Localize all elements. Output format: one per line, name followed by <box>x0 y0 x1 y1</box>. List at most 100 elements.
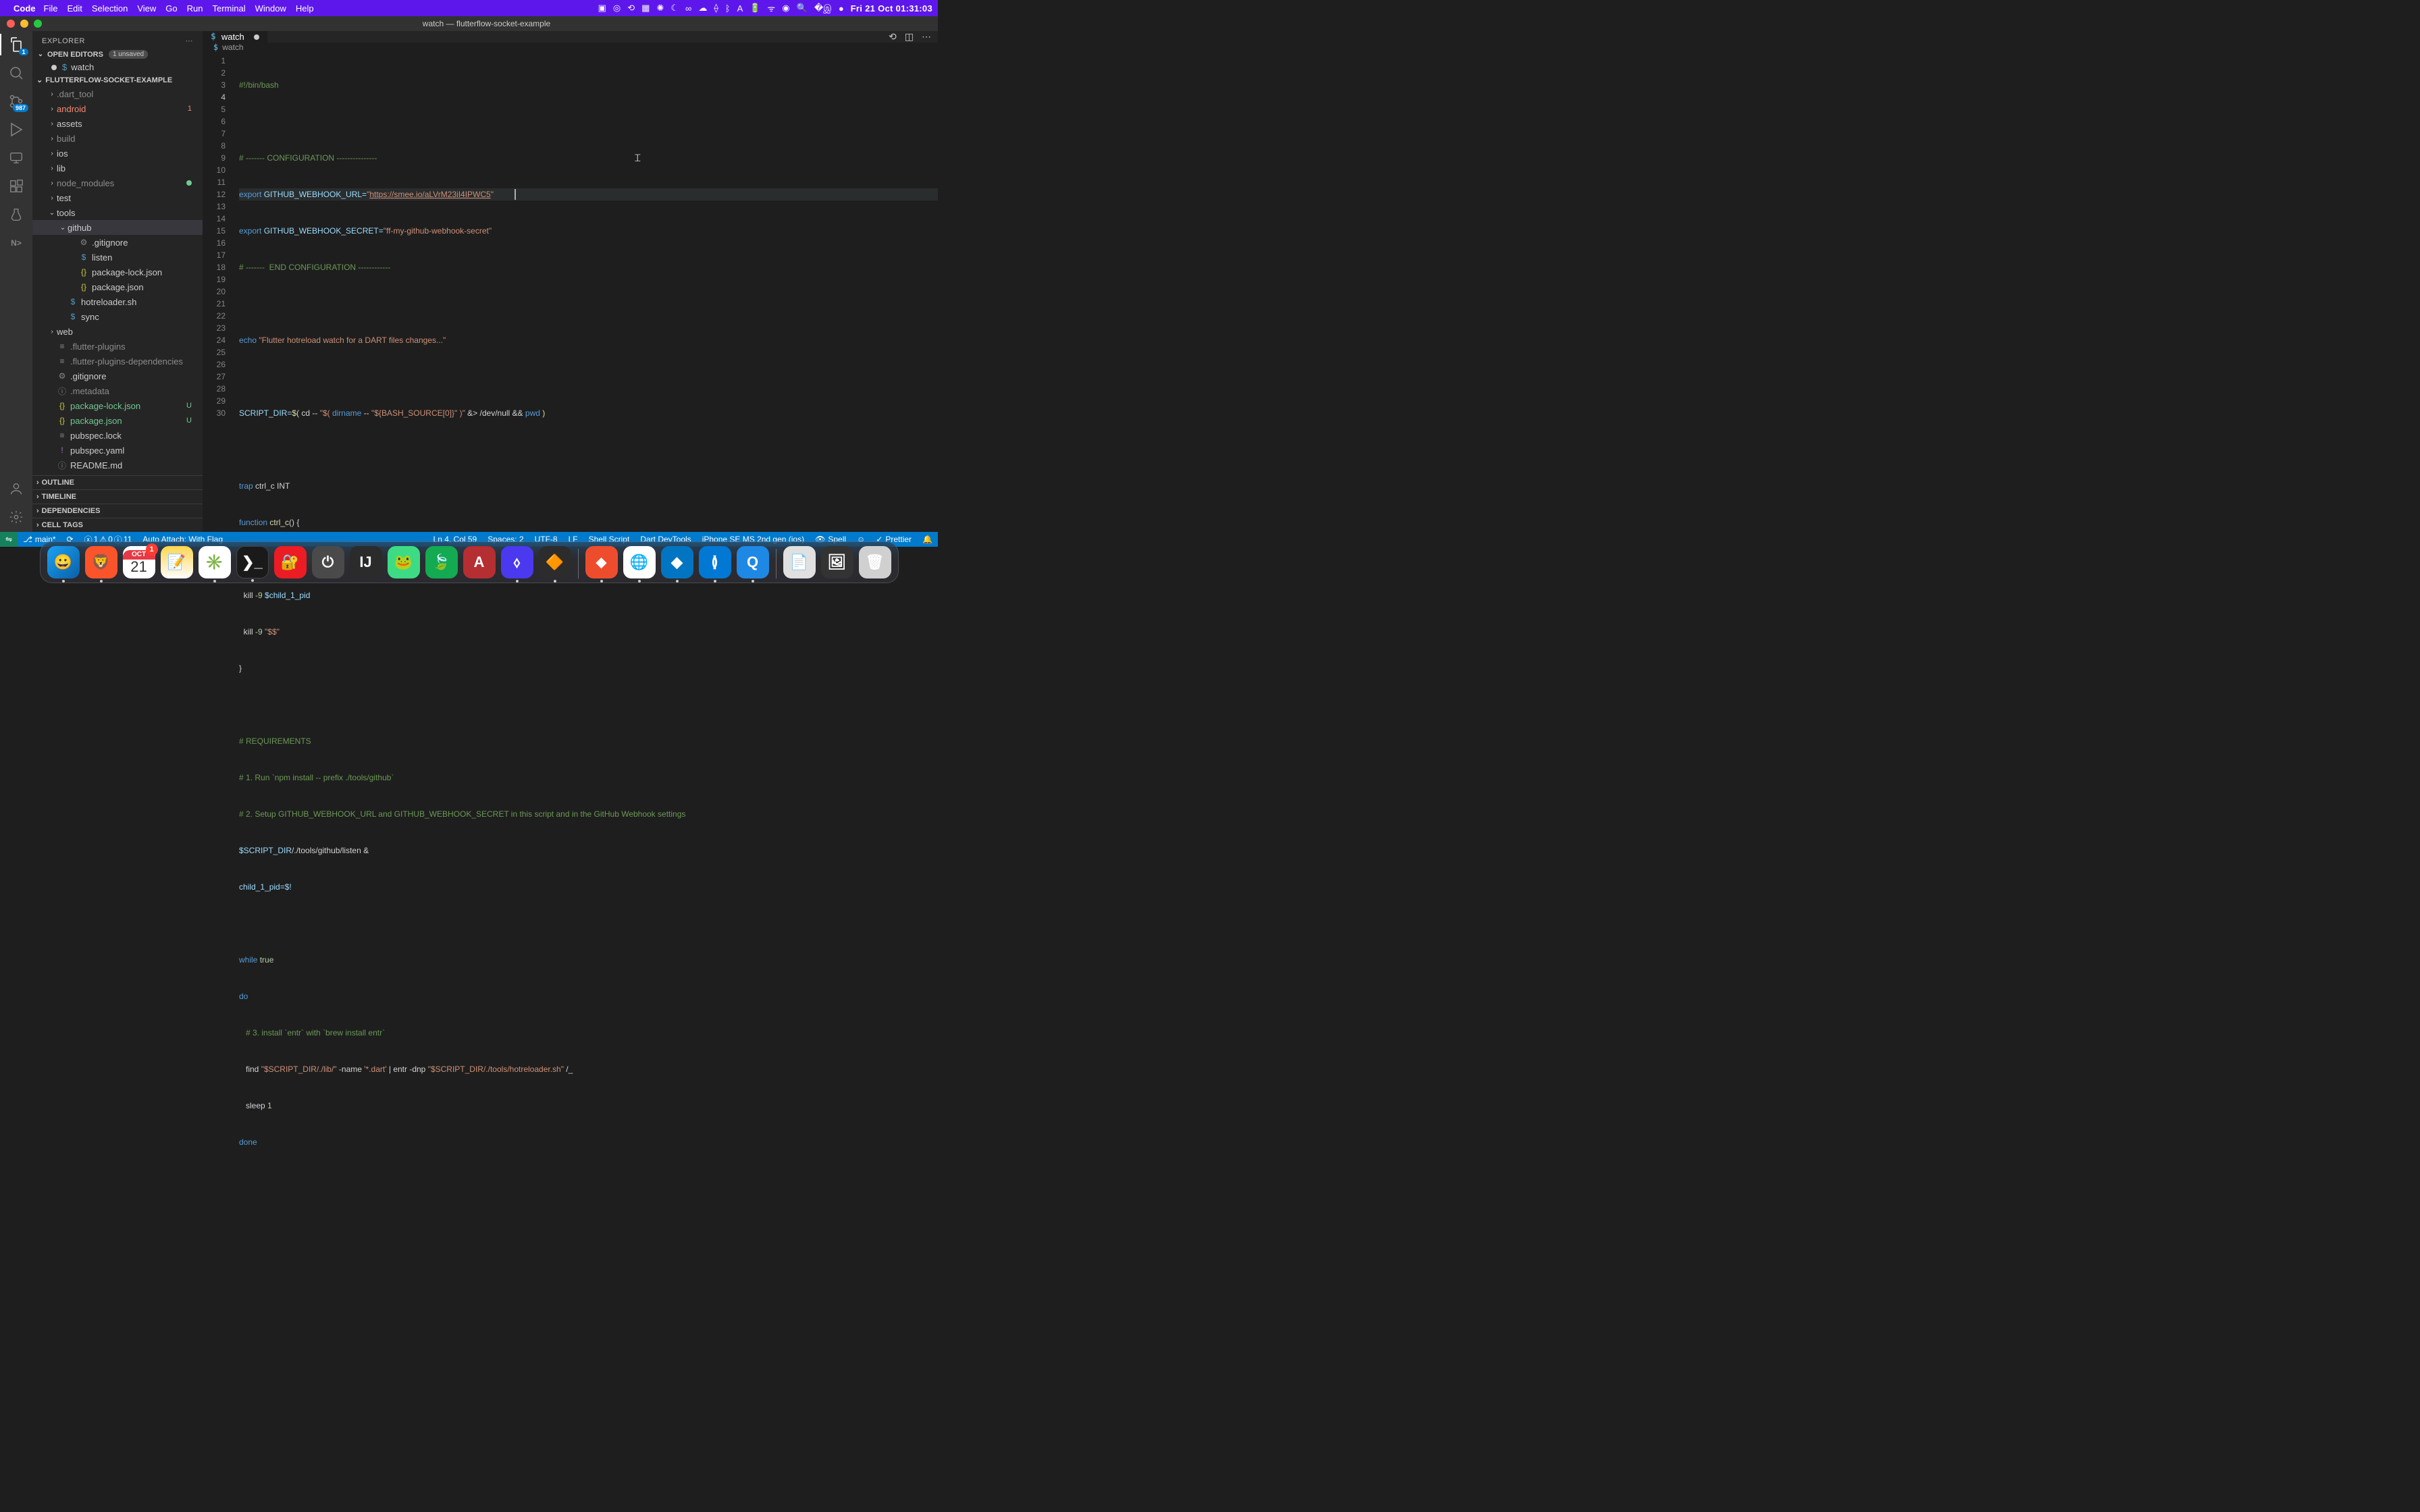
tree-folder[interactable]: ›.dart_tool <box>32 86 203 101</box>
tree-file[interactable]: $hotreloader.sh <box>32 294 203 309</box>
menu-window[interactable]: Window <box>255 3 286 14</box>
dock-stack[interactable]: 🖼 <box>821 546 853 578</box>
activity-explorer-icon[interactable]: 1 <box>8 36 24 53</box>
tray-icon[interactable]: A <box>737 3 743 14</box>
tree-file[interactable]: ≡.flutter-plugins-dependencies <box>32 354 203 369</box>
activity-test-icon[interactable] <box>8 207 24 223</box>
tree-folder[interactable]: ›lib <box>32 161 203 176</box>
code-content[interactable]: #!/bin/bash # ------- CONFIGURATION ----… <box>235 52 938 1172</box>
tray-icon[interactable]: ◎ <box>613 3 621 14</box>
control-center-icon[interactable]: �இ <box>814 3 832 14</box>
dock-authy[interactable]: 🔐 <box>274 546 307 578</box>
activity-source-control-icon[interactable]: 987 <box>8 93 24 109</box>
menu-edit[interactable]: Edit <box>67 3 82 14</box>
menu-go[interactable]: Go <box>165 3 177 14</box>
dock-app[interactable]: ⏻ <box>312 546 344 578</box>
tab-watch[interactable]: $ watch <box>203 31 268 43</box>
tree-folder[interactable]: ›android1 <box>32 101 203 116</box>
dock-finder[interactable]: 😀 <box>47 546 80 578</box>
menu-file[interactable]: File <box>44 3 58 14</box>
minimize-window-button[interactable] <box>20 20 28 28</box>
tray-icon[interactable]: ✺ <box>656 3 664 14</box>
sidebar-section-outline[interactable]: ›OUTLINE <box>32 475 203 489</box>
editor-more-icon[interactable]: ⋯ <box>922 31 931 43</box>
menubar-app-name[interactable]: Code <box>14 3 36 14</box>
menu-view[interactable]: View <box>137 3 156 14</box>
dock-figma[interactable]: 🔶 <box>539 546 571 578</box>
tree-file[interactable]: $sync <box>32 309 203 324</box>
dock-app[interactable]: 🐸 <box>388 546 420 578</box>
dock-brave[interactable]: 🦁 <box>85 546 117 578</box>
bluetooth-icon[interactable]: ᛒ <box>725 3 731 14</box>
tree-file[interactable]: {}package.jsonU <box>32 413 203 428</box>
menubar-clock[interactable]: Fri 21 Oct 01:31:03 <box>851 3 932 14</box>
tray-icon[interactable]: ∞ <box>685 3 691 14</box>
dock-autocad[interactable]: A <box>463 546 496 578</box>
tray-icon[interactable]: ▦ <box>641 3 650 14</box>
code-editor[interactable]: 1234567891011121314151617181920212223242… <box>203 52 938 1172</box>
dock-calendar[interactable]: OCT211 <box>123 546 155 578</box>
activity-run-debug-icon[interactable] <box>8 122 24 138</box>
menu-terminal[interactable]: Terminal <box>213 3 246 14</box>
tree-folder[interactable]: ⌄github <box>32 220 203 235</box>
tree-folder[interactable]: ›assets <box>32 116 203 131</box>
project-header[interactable]: ⌄ FLUTTERFLOW-SOCKET-EXAMPLE <box>32 74 203 86</box>
sidebar-section-cell-tags[interactable]: ›CELL TAGS <box>32 518 203 532</box>
tree-file[interactable]: ⚙.gitignore <box>32 369 203 383</box>
editor-action-icon[interactable]: ⟲ <box>889 31 897 43</box>
tree-file[interactable]: {}package.json <box>32 279 203 294</box>
tray-icon[interactable]: ▣ <box>598 3 606 14</box>
dock-terminal[interactable]: ❯_ <box>236 546 269 578</box>
tree-folder[interactable]: ›ios <box>32 146 203 161</box>
tree-file[interactable]: ≡.flutter-plugins <box>32 339 203 354</box>
close-window-button[interactable] <box>7 20 15 28</box>
dock-vscode[interactable]: ≬ <box>699 546 731 578</box>
activity-settings-icon[interactable] <box>8 509 24 525</box>
tree-file[interactable]: ≡pubspec.lock <box>32 428 203 443</box>
battery-icon[interactable]: 🔋 <box>749 3 760 14</box>
tree-file[interactable]: {}package-lock.jsonU <box>32 398 203 413</box>
breadcrumb[interactable]: $ watch <box>203 43 938 52</box>
tray-icon[interactable]: ☁ <box>698 3 707 14</box>
sidebar-section-timeline[interactable]: ›TIMELINE <box>32 489 203 504</box>
tray-icon[interactable]: ◉ <box>782 3 789 14</box>
tray-icon[interactable]: ☾ <box>670 3 679 14</box>
tree-folder[interactable]: ›web <box>32 324 203 339</box>
tray-icon[interactable]: ⟲ <box>627 3 635 14</box>
tree-folder[interactable]: ›build <box>32 131 203 146</box>
menu-run[interactable]: Run <box>187 3 203 14</box>
activity-extensions-icon[interactable] <box>8 178 24 194</box>
sidebar-more-icon[interactable]: ⋯ <box>186 36 194 45</box>
dock-slack[interactable]: ✳️ <box>199 546 231 578</box>
tree-file[interactable]: ⓘREADME.md <box>32 458 203 473</box>
dock-notes[interactable]: 📝 <box>161 546 193 578</box>
activity-search-icon[interactable] <box>8 65 24 81</box>
dock-quicktime[interactable]: Q <box>737 546 769 578</box>
dock-dartdev[interactable]: ◆ <box>661 546 693 578</box>
dock-intellij[interactable]: IJ <box>350 546 382 578</box>
menu-selection[interactable]: Selection <box>92 3 128 14</box>
tree-file[interactable]: $listen <box>32 250 203 265</box>
activity-remote-icon[interactable] <box>8 150 24 166</box>
dock-chrome[interactable]: 🌐 <box>623 546 656 578</box>
activity-accounts-icon[interactable] <box>8 481 24 497</box>
tree-file[interactable]: {}package-lock.json <box>32 265 203 279</box>
tree-folder[interactable]: ›node_modules <box>32 176 203 190</box>
tree-file[interactable]: !pubspec.yaml <box>32 443 203 458</box>
dock-anydesk[interactable]: ⬥ <box>585 546 618 578</box>
tree-folder[interactable]: ⌄tools <box>32 205 203 220</box>
zoom-window-button[interactable] <box>34 20 42 28</box>
tray-icon[interactable]: ⟠ <box>714 3 718 14</box>
tree-folder[interactable]: ›test <box>32 190 203 205</box>
tree-file[interactable]: ⚙.gitignore <box>32 235 203 250</box>
split-editor-icon[interactable]: ◫ <box>905 31 914 43</box>
open-editor-item[interactable]: $ watch <box>32 61 203 74</box>
menu-help[interactable]: Help <box>296 3 314 14</box>
spotlight-icon[interactable]: 🔍 <box>797 3 808 14</box>
remote-indicator[interactable]: ⇋ <box>0 532 18 547</box>
siri-icon[interactable]: ● <box>839 3 844 14</box>
sidebar-section-dependencies[interactable]: ›DEPENDENCIES <box>32 504 203 518</box>
dock-downloads[interactable]: 📄 <box>783 546 816 578</box>
tree-file[interactable]: ⓘ.metadata <box>32 383 203 398</box>
dock-flutterflow[interactable]: ⬨ <box>501 546 533 578</box>
